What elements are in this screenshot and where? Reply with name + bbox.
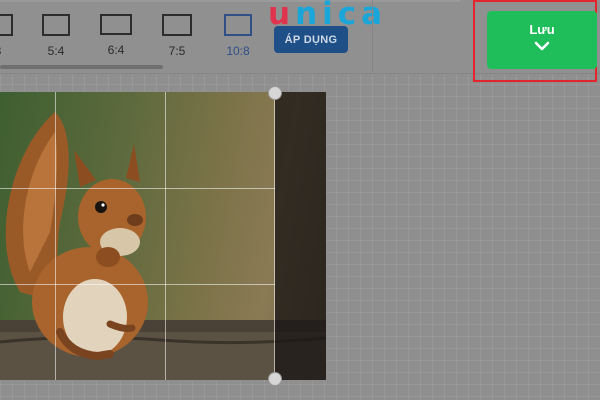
ratio-frame-icon [0, 14, 13, 36]
crop-outside-shade [275, 92, 326, 380]
crop-handle-top-right[interactable] [268, 86, 282, 100]
chevron-down-icon [534, 41, 550, 51]
crop-handle-bottom-right[interactable] [268, 372, 282, 386]
save-button-label: Lưu [529, 22, 555, 37]
ratio-label: 6:4 [107, 43, 125, 57]
ratio-option-5-4[interactable]: 5:4 [34, 14, 78, 58]
apply-button[interactable]: ÁP DỤNG [274, 26, 348, 53]
ratio-frame-icon [224, 14, 252, 36]
toolbar-divider [372, 0, 373, 72]
toolbar-edge [0, 0, 460, 2]
save-button[interactable]: Lưu [487, 11, 597, 69]
crop-grid-line [0, 284, 275, 285]
ratio-option-10-8[interactable]: 10:8 [216, 14, 260, 58]
ratio-option-3[interactable]: 3 [0, 14, 20, 58]
ratio-option-7-5[interactable]: 7:5 [155, 14, 199, 58]
ratio-label: 7:5 [168, 44, 186, 58]
crop-grid-line [274, 92, 275, 380]
ratio-option-6-4[interactable]: 6:4 [94, 14, 138, 57]
ratio-frame-icon [162, 14, 192, 36]
ratio-label: 3 [0, 44, 20, 58]
crop-grid-line [55, 92, 56, 380]
crop-grid-line [165, 92, 166, 380]
ratio-label: 5:4 [47, 44, 65, 58]
ratio-frame-icon [100, 14, 132, 35]
ratio-scrollbar[interactable] [0, 65, 163, 69]
crop-canvas[interactable] [0, 92, 326, 380]
crop-grid-line [0, 188, 275, 189]
ratio-label: 10:8 [226, 44, 250, 58]
ratio-frame-icon [42, 14, 70, 36]
